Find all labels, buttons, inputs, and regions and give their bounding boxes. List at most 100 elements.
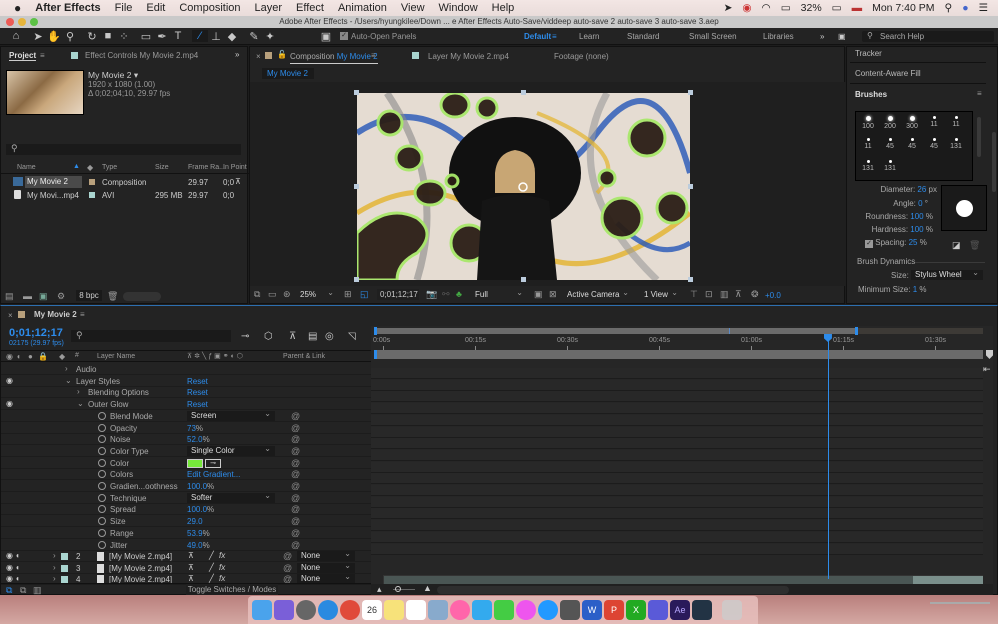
visibility-eye-icon[interactable]: ◉ [6,551,13,560]
effect-switch-icon[interactable]: fx [219,574,225,583]
new-composition-icon[interactable]: ▣ [39,291,48,302]
expression-spiral-icon[interactable]: @ [291,458,300,468]
dock-app-notes-icon[interactable] [384,600,404,620]
hardness-value[interactable]: 100 [910,225,923,234]
project-scrollbar[interactable] [123,292,161,301]
visibility-eye-icon[interactable]: ◉ [6,399,13,408]
property-value[interactable]: Reset [187,388,208,397]
roundness-value[interactable]: 100 [910,212,923,221]
stopwatch-icon[interactable] [98,470,106,479]
menu-animation[interactable]: Animation [338,2,387,14]
spotlight-icon[interactable]: ⚲ [945,2,953,14]
hand-tool-icon[interactable]: ✋ [46,30,62,43]
brush-tip[interactable]: 100 [858,115,878,135]
bit-depth-button[interactable]: 8 bpc [76,290,102,301]
expression-spiral-icon[interactable]: @ [291,504,300,514]
region-of-interest-icon[interactable]: ▣ [534,289,543,300]
always-preview-icon[interactable]: ⧉ [254,289,260,300]
brush-tip[interactable]: 300 [902,115,922,135]
timeline-menu-icon[interactable]: ≡ [80,310,85,319]
property-row[interactable]: Noise 52.0% @ [1,434,371,446]
composition-viewer[interactable] [250,82,846,286]
stopwatch-icon[interactable] [98,493,106,502]
property-row[interactable]: Colors Edit Gradient... @ [1,469,371,481]
time-navigator-bar[interactable] [375,350,983,359]
spacing-value[interactable]: 25 [909,238,918,247]
column-frame-rate[interactable]: Frame Ra... [188,164,225,171]
flowchart-icon[interactable]: ⊼ [235,177,241,186]
audio-speaker-icon[interactable]: ◖ [15,574,20,583]
new-folder-icon[interactable]: ▬ [23,291,32,301]
sort-ascending-icon[interactable]: ▲ [73,163,80,170]
view-layout-dropdown[interactable]: 1 View [640,288,682,300]
quality-switch-icon[interactable]: ╱ [209,563,214,572]
stopwatch-icon[interactable] [98,423,106,432]
label-color-swatch[interactable] [61,553,68,560]
property-value[interactable]: 100.0% [187,482,214,491]
mask-visibility-icon[interactable]: ▭ [268,289,277,300]
interpret-footage-icon[interactable]: ▤ [5,291,14,302]
composition-frame[interactable] [357,93,690,280]
size-dynamics-dropdown[interactable]: Stylus Wheel [911,268,983,280]
label-tag-icon[interactable]: ◆ [87,163,93,172]
exposure-value[interactable]: +0.0 [765,291,781,300]
airplay-icon[interactable]: ▭ [781,2,791,14]
graph-editor-icon[interactable]: ◹ [348,331,356,342]
rectangle-tool-icon[interactable]: ▭ [138,30,154,43]
label-color-swatch[interactable] [61,564,68,572]
twirl-open-icon[interactable]: ⌄ [65,376,72,385]
rotate-tool-icon[interactable]: ↻ [84,30,100,43]
dock-app-finder-icon[interactable] [252,600,272,620]
roto-brush-tool-icon[interactable]: ✎ [246,30,262,43]
column-in-point[interactable]: In Point [223,164,247,171]
property-row[interactable]: › Audio [1,364,371,375]
property-row[interactable]: Opacity 73% @ [1,423,371,434]
stopwatch-icon[interactable] [98,505,106,514]
property-row[interactable]: Spread 100.0% @ [1,504,371,516]
workspace-libraries[interactable]: Libraries [763,32,794,41]
diameter-value[interactable]: 26 [917,185,926,194]
zoom-tool-icon[interactable]: ⚲ [62,30,78,43]
brush-tip[interactable]: 11 [946,115,966,135]
tab-layer[interactable]: Layer My Movie 2.mp4 [428,52,509,61]
dock-app-facetime-icon[interactable] [494,600,514,620]
dock-app-after-effects-icon[interactable]: Ae [670,600,690,620]
stopwatch-icon[interactable] [98,482,106,490]
property-value[interactable]: Reset [187,400,208,409]
property-value[interactable]: Edit Gradient... [187,470,240,479]
menu-layer[interactable]: Layer [255,2,283,14]
dock-app-powerpoint-icon[interactable]: P [604,600,624,620]
layer-row[interactable]: ◉ ◖ › 2 [My Movie 2.mp4] ⊼ ╱ fx @ None [1,549,371,562]
twirl-closed-icon[interactable]: › [65,364,68,373]
transform-handle[interactable] [354,90,359,95]
brush-tip[interactable]: 11 [924,115,944,135]
visibility-eye-icon[interactable]: ◉ [6,563,13,572]
expression-spiral-icon[interactable]: @ [291,528,300,538]
shy-switch-icon[interactable]: ⊼ [188,563,194,572]
timeline-current-time[interactable]: 0;01;12;17 [9,327,63,339]
zoom-in-icon[interactable]: ▲ [423,583,432,593]
dock-app-trash-icon[interactable] [722,600,742,620]
parent-dropdown[interactable]: None [297,549,355,561]
home-icon[interactable]: ⌂ [8,30,24,42]
dock-app-teams-icon[interactable] [648,600,668,620]
stopwatch-icon[interactable] [98,446,106,455]
reset-exposure-icon[interactable]: ❂ [751,289,759,300]
expression-spiral-icon[interactable]: @ [291,493,300,503]
dock-app-photos-icon[interactable] [450,600,470,620]
menu-help[interactable]: Help [492,2,515,14]
zoom-window-button[interactable] [30,18,38,26]
auto-open-checkbox[interactable]: ✓ [340,32,348,40]
audio-speaker-icon[interactable]: ◖ [15,551,20,560]
timeline-search-input[interactable]: ⚲ [71,330,231,342]
menu-file[interactable]: File [115,2,133,14]
project-search-input[interactable]: ⚲ [6,143,241,155]
brush-tip[interactable]: 45 [902,137,922,157]
property-value[interactable]: 29.0 [187,517,203,526]
tab-timeline-comp[interactable]: My Movie 2 [34,310,77,319]
timeline-icon[interactable]: ▥ [720,289,729,300]
dock-app-siri-icon[interactable] [274,600,294,620]
column-type[interactable]: Type [102,164,117,171]
property-row[interactable]: Gradien...oothness 100.0% @ [1,481,371,492]
quality-switch-icon[interactable]: ╱ [209,551,214,560]
